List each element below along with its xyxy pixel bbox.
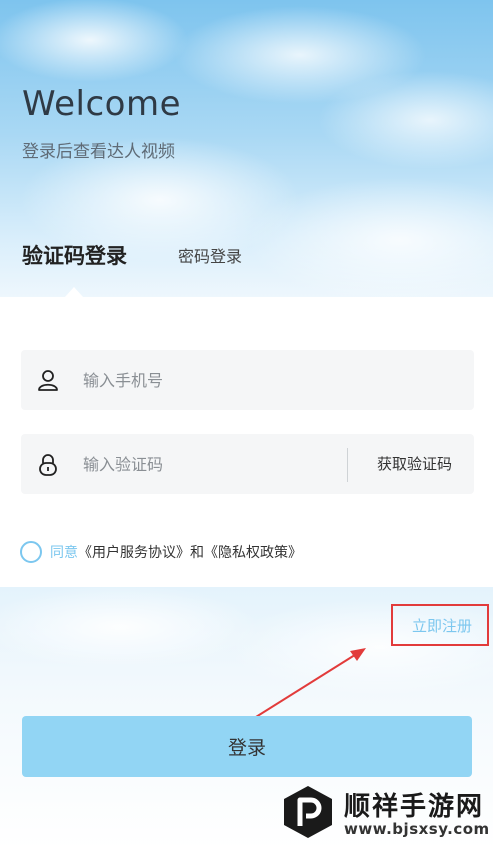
user-terms-link[interactable]: 《用户服务协议》 — [78, 545, 190, 561]
get-code-button[interactable]: 获取验证码 — [377, 434, 452, 494]
code-input[interactable] — [83, 434, 333, 494]
login-button[interactable]: 登录 — [22, 716, 472, 777]
hero-banner: Welcome 登录后查看达人视频 验证码登录 密码登录 — [0, 0, 493, 298]
lock-icon — [36, 452, 60, 476]
agreement-and: 和 — [190, 545, 204, 561]
privacy-policy-link[interactable]: 《隐私权政策》 — [204, 545, 302, 561]
watermark-logo-icon — [280, 784, 336, 840]
tab-password-login[interactable]: 密码登录 — [178, 243, 242, 267]
register-link[interactable]: 立即注册 — [412, 615, 472, 636]
watermark: 顺祥手游网 www.bjsxsy.com — [280, 780, 490, 846]
agreement-text: 同意《用户服务协议》和《隐私权政策》 — [50, 542, 302, 562]
user-icon — [36, 368, 60, 392]
code-field: 获取验证码 — [21, 434, 474, 494]
tab-sms-login[interactable]: 验证码登录 — [22, 240, 127, 270]
phone-input[interactable] — [83, 350, 333, 410]
page-title: Welcome — [22, 84, 182, 124]
field-divider — [347, 448, 348, 482]
active-tab-indicator — [64, 287, 84, 298]
agree-checkbox[interactable] — [20, 541, 42, 563]
agree-label: 同意 — [50, 545, 78, 561]
phone-field — [21, 350, 474, 410]
page-subtitle: 登录后查看达人视频 — [22, 142, 175, 162]
watermark-url: www.bjsxsy.com — [344, 820, 490, 838]
watermark-title: 顺祥手游网 — [344, 792, 485, 822]
